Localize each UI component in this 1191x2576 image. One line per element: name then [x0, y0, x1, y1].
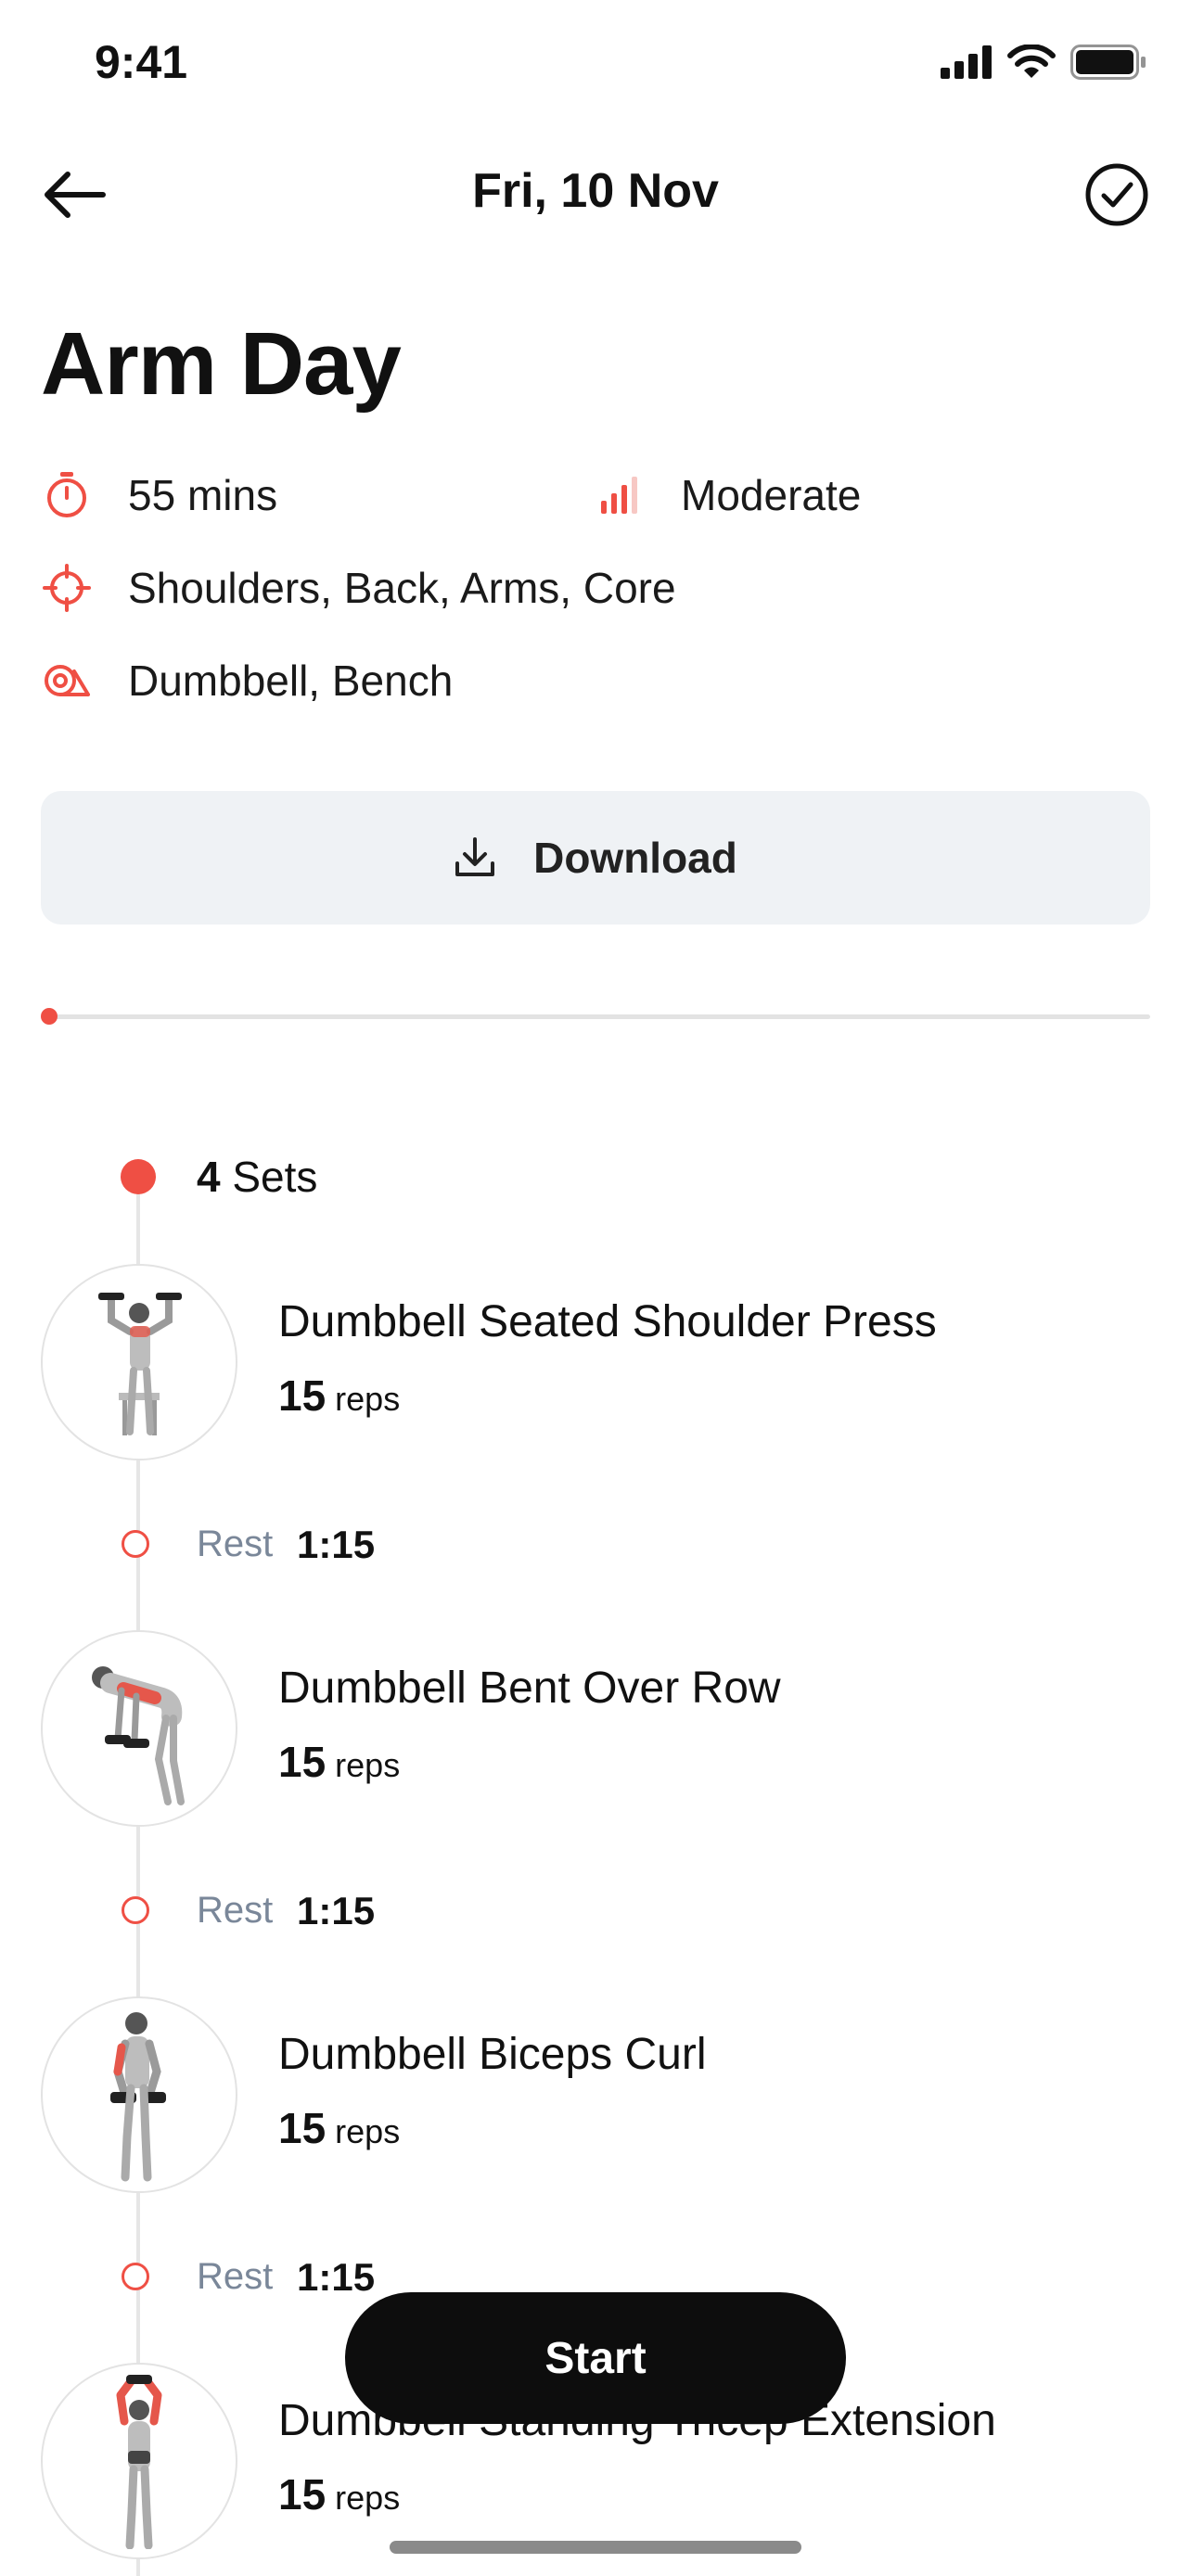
- start-label: Start: [544, 2333, 647, 2383]
- complete-button[interactable]: [1078, 156, 1156, 234]
- battery-icon: [1070, 45, 1146, 80]
- reps-count: 15: [278, 2104, 327, 2152]
- wifi-icon: [1007, 45, 1056, 78]
- rest-marker: [122, 2263, 149, 2290]
- muscles-text: Shoulders, Back, Arms, Core: [128, 564, 676, 612]
- exercise-reps: 15 reps: [278, 2103, 400, 2153]
- muscles-row: Shoulders, Back, Arms, Core: [41, 562, 676, 614]
- difficulty-text: Moderate: [681, 471, 862, 519]
- rest-label: Rest: [197, 1890, 274, 1931]
- rest-time[interactable]: 1:15: [297, 1523, 375, 1567]
- download-label: Download: [533, 834, 737, 882]
- exercise-thumbnail[interactable]: [41, 1264, 237, 1460]
- exercise-thumbnail[interactable]: [41, 1996, 237, 2193]
- exercise-thumbnail[interactable]: [41, 1630, 237, 1827]
- workout-title: Arm Day: [41, 314, 402, 414]
- exercise-name[interactable]: Dumbbell Bent Over Row: [278, 1663, 781, 1714]
- sets-marker: [121, 1159, 156, 1194]
- duration-text: 55 mins: [128, 471, 278, 519]
- rest-time[interactable]: 1:15: [297, 1889, 375, 1933]
- workout-progress-track: [48, 1014, 1150, 1019]
- rest-marker: [122, 1530, 149, 1558]
- cellular-signal-icon: [941, 45, 992, 79]
- sets-label: 4 Sets: [197, 1152, 317, 1202]
- rest-marker: [122, 1896, 149, 1924]
- reps-unit: reps: [335, 2479, 401, 2517]
- status-time: 9:41: [95, 36, 188, 88]
- difficulty-row: Moderate: [594, 469, 861, 521]
- equipment-row: Dumbbell, Bench: [41, 655, 453, 707]
- reps-unit: reps: [335, 2112, 401, 2150]
- reps-count: 15: [278, 1371, 327, 1420]
- home-indicator[interactable]: [390, 2541, 801, 2554]
- exercise-figure-image: [116, 2375, 162, 2549]
- exercise-figure-image: [110, 2012, 166, 2182]
- rest-label: Rest: [197, 1524, 274, 1564]
- nav-title: Fri, 10 Nov: [472, 164, 719, 218]
- exercise-figure-image: [92, 1666, 185, 1805]
- exercise-thumbnail[interactable]: [41, 2363, 237, 2559]
- duration-row: 55 mins: [41, 469, 277, 521]
- reps-count: 15: [278, 2470, 327, 2519]
- sets-count: 4: [197, 1153, 221, 1201]
- signal-bars-icon: [594, 469, 646, 521]
- download-button[interactable]: Download: [41, 791, 1150, 925]
- exercise-reps: 15 reps: [278, 1371, 400, 1421]
- status-icons: [941, 45, 1146, 80]
- equipment-text: Dumbbell, Bench: [128, 657, 454, 705]
- download-icon: [455, 837, 495, 876]
- exercise-name[interactable]: Dumbbell Seated Shoulder Press: [278, 1296, 937, 1347]
- check-circle-icon: [1085, 163, 1148, 226]
- stopwatch-icon: [41, 469, 93, 521]
- reps-unit: reps: [335, 1746, 401, 1784]
- sets-text: Sets: [232, 1153, 318, 1201]
- exercise-figure-image: [98, 1293, 182, 1435]
- workout-progress-marker[interactable]: [41, 1008, 58, 1025]
- target-icon: [41, 562, 93, 614]
- exercise-reps: 15 reps: [278, 2469, 400, 2519]
- reps-unit: reps: [335, 1380, 401, 1418]
- reps-count: 15: [278, 1738, 327, 1786]
- start-button[interactable]: Start: [345, 2292, 846, 2424]
- rest-label: Rest: [197, 2256, 274, 2297]
- mat-icon: [41, 655, 93, 707]
- exercise-name[interactable]: Dumbbell Biceps Curl: [278, 2029, 707, 2080]
- exercise-reps: 15 reps: [278, 1737, 400, 1787]
- rest-time[interactable]: 1:15: [297, 2255, 375, 2300]
